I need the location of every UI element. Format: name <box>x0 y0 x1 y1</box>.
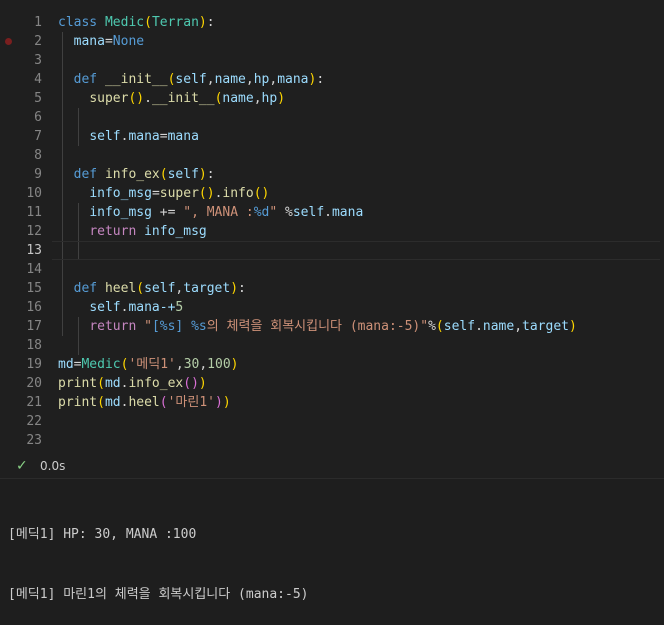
code-text: def __init__(self,name,hp,mana): <box>73 72 325 87</box>
notebook-code-cell[interactable]: 1 class Medic(Terran): 2 mana=None 3 4 d… <box>0 0 664 479</box>
code-line[interactable]: 22 <box>0 412 664 431</box>
code-line[interactable]: 15 def heel(self,target): <box>0 279 664 298</box>
code-line[interactable]: 1 class Medic(Terran): <box>0 13 664 32</box>
line-number: 17 <box>26 319 42 334</box>
line-number: 15 <box>26 281 42 296</box>
line-number: 5 <box>34 91 42 106</box>
line-number: 8 <box>34 148 42 163</box>
code-line[interactable]: 10 info_msg=super().info() <box>0 184 664 203</box>
line-number: 10 <box>26 186 42 201</box>
line-number: 19 <box>26 357 42 372</box>
output-line: [메딕1] HP: 30, MANA :100 <box>8 527 197 542</box>
output-line: [메딕1] 마린1의 체력을 회복시킵니다 (mana:-5) <box>8 587 309 602</box>
code-line[interactable]: 20 print(md.info_ex()) <box>0 374 664 393</box>
code-text: md=Medic('메딕1',30,100) <box>58 357 239 372</box>
code-line[interactable]: 6 <box>0 108 664 127</box>
code-text: return "[%s] %s의 체력을 회복시킵니다 (mana:-5)"%(… <box>89 319 577 334</box>
line-number: 1 <box>34 15 42 30</box>
code-text: mana=None <box>73 34 145 49</box>
line-number: 7 <box>34 129 42 144</box>
line-number: 4 <box>34 72 42 87</box>
code-text: print(md.heel('마린1')) <box>58 395 231 410</box>
code-text: print(md.info_ex()) <box>58 376 207 391</box>
code-line[interactable]: 16 self.mana-+5 <box>0 298 664 317</box>
code-line-current[interactable]: 13 <box>0 241 664 260</box>
code-line[interactable]: 17 return "[%s] %s의 체력을 회복시킵니다 (mana:-5)… <box>0 317 664 336</box>
code-line[interactable]: 23 <box>0 431 664 450</box>
code-line[interactable]: 4 def __init__(self,name,hp,mana): <box>0 70 664 89</box>
code-line[interactable]: 18 <box>0 336 664 355</box>
check-icon: ✓ <box>16 458 28 474</box>
line-number: 6 <box>34 110 42 125</box>
code-line[interactable]: 9 def info_ex(self): <box>0 165 664 184</box>
code-line[interactable]: 7 self.mana=mana <box>0 127 664 146</box>
line-number: 20 <box>26 376 42 391</box>
code-line[interactable]: 21 print(md.heel('마린1')) <box>0 393 664 412</box>
code-line[interactable]: 3 <box>0 51 664 70</box>
code-line[interactable]: 12 return info_msg <box>0 222 664 241</box>
line-number: 21 <box>26 395 42 410</box>
line-number: 16 <box>26 300 42 315</box>
code-line[interactable]: 8 <box>0 146 664 165</box>
line-number: 12 <box>26 224 42 239</box>
line-number: 3 <box>34 53 42 68</box>
code-text: super().__init__(name,hp) <box>89 91 286 106</box>
code-line[interactable]: 14 <box>0 260 664 279</box>
line-number: 14 <box>26 262 42 277</box>
code-text: return info_msg <box>89 224 207 239</box>
code-editor[interactable]: 1 class Medic(Terran): 2 mana=None 3 4 d… <box>0 13 664 450</box>
code-text: def info_ex(self): <box>73 167 215 182</box>
code-line[interactable]: 19 md=Medic('메딕1',30,100) <box>0 355 664 374</box>
code-line[interactable]: 5 super().__init__(name,hp) <box>0 89 664 108</box>
line-number: 18 <box>26 338 42 353</box>
code-text: def heel(self,target): <box>73 281 246 296</box>
code-line[interactable]: 11 info_msg += ", MANA :%d" %self.mana <box>0 203 664 222</box>
code-text: info_msg += ", MANA :%d" %self.mana <box>89 205 364 220</box>
line-number: 22 <box>26 414 42 429</box>
code-line[interactable]: 2 mana=None <box>0 32 664 51</box>
line-number: 13 <box>26 243 42 258</box>
execution-time: 0.0s <box>40 459 66 473</box>
code-text: class Medic(Terran): <box>58 15 215 30</box>
line-number: 11 <box>26 205 42 220</box>
code-text: self.mana=mana <box>89 129 199 144</box>
code-text: info_msg=super().info() <box>89 186 270 201</box>
code-text: self.mana-+5 <box>89 300 184 315</box>
cell-output: [메딕1] HP: 30, MANA :100 [메딕1] 마린1의 체력을 회… <box>8 485 309 625</box>
line-number: 2 <box>34 34 42 49</box>
line-number: 9 <box>34 167 42 182</box>
line-number: 23 <box>26 433 42 448</box>
